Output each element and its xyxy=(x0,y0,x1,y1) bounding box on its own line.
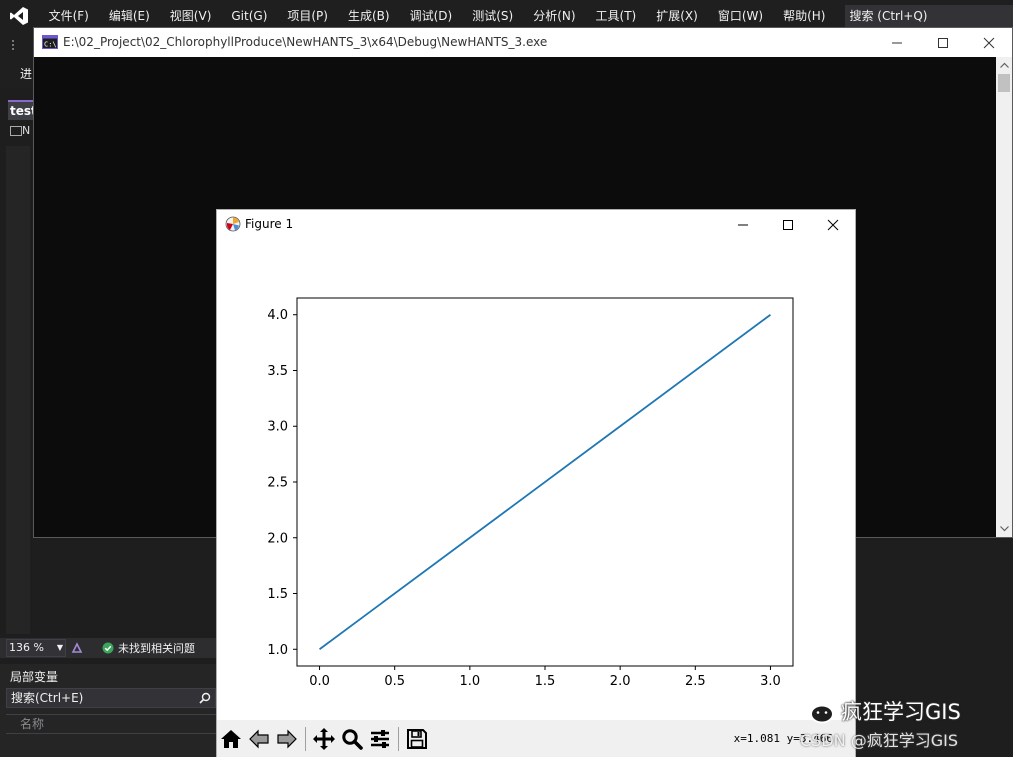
console-close-button[interactable] xyxy=(966,28,1012,57)
figure-window[interactable]: Figure 1 0.0 0.5 1.0 1.5 2.0 2.5 3.0 1.0 1.5 2.0 2… xyxy=(216,209,856,757)
locals-panel-title: 局部变量 xyxy=(10,670,59,684)
y-tick-label: 1.5 xyxy=(267,587,288,602)
y-tick-label: 3.5 xyxy=(267,364,288,379)
figure-maximize-button[interactable] xyxy=(765,210,811,239)
x-tick-label: 3.0 xyxy=(760,674,781,689)
x-tick-label: 2.5 xyxy=(685,674,706,689)
console-maximize-button[interactable] xyxy=(920,28,966,57)
scroll-up-button[interactable] xyxy=(996,57,1012,73)
y-tick-label: 1.0 xyxy=(267,643,288,658)
back-button[interactable] xyxy=(245,724,273,754)
forward-icon xyxy=(277,729,297,749)
document-nav-label: N xyxy=(22,124,31,137)
watermark-sub-text: CSDN @疯狂学习GIS xyxy=(800,731,958,750)
zoom-button[interactable] xyxy=(338,724,366,754)
zoom-icon xyxy=(342,729,363,750)
toolbar-separator xyxy=(305,727,306,751)
zoom-level-value: 136 % xyxy=(9,641,44,654)
watermark-main-text: 疯狂学习GIS xyxy=(841,700,961,724)
toolbar-separator xyxy=(398,727,399,751)
configure-subplots-icon xyxy=(371,730,389,748)
y-tick-label: 2.5 xyxy=(267,476,288,491)
locals-panel: 局部变量 搜索(Ctrl+E) 名称 xyxy=(0,664,216,757)
save-icon xyxy=(407,729,427,749)
console-titlebar[interactable]: C:\ E:\02_Project\02_ChlorophyllProduce\… xyxy=(34,28,1012,57)
chevron-down-icon: ▼ xyxy=(56,643,63,652)
class-view-icon xyxy=(10,126,22,136)
figure-toolbar: x=1.081 y=3.466 xyxy=(217,720,855,757)
home-button[interactable] xyxy=(217,724,245,754)
x-tick-label: 0.0 xyxy=(309,674,330,689)
issues-status-text[interactable]: 未找到相关问题 xyxy=(118,640,195,656)
minimize-icon xyxy=(892,42,902,43)
home-icon xyxy=(221,730,241,748)
console-minimize-button[interactable] xyxy=(874,28,920,57)
intellicode-icon[interactable] xyxy=(70,641,84,655)
pan-icon xyxy=(313,728,335,750)
maximize-icon xyxy=(938,37,948,48)
x-tick-label: 2.0 xyxy=(610,674,631,689)
close-icon xyxy=(827,219,839,230)
close-icon xyxy=(983,37,995,48)
console-scrollbar[interactable] xyxy=(996,57,1012,537)
document-nav-row[interactable]: N xyxy=(8,124,34,140)
search-icon[interactable] xyxy=(199,692,211,704)
chevron-down-icon xyxy=(999,526,1009,532)
forward-button[interactable] xyxy=(273,724,301,754)
svg-text:C:\: C:\ xyxy=(44,41,57,49)
save-button[interactable] xyxy=(403,724,431,754)
configure-subplots-button[interactable] xyxy=(366,724,394,754)
scroll-thumb[interactable] xyxy=(998,74,1010,92)
watermark: 疯狂学习GIS xyxy=(795,696,961,726)
console-app-icon: C:\ xyxy=(42,35,58,49)
y-tick-label: 4.0 xyxy=(267,308,288,323)
maximize-icon xyxy=(783,219,793,230)
zoom-level-dropdown[interactable]: 136 % ▼ xyxy=(6,639,66,657)
y-tick-label: 3.0 xyxy=(267,420,288,435)
figure-titlebar[interactable]: Figure 1 xyxy=(217,210,855,238)
figure-close-button[interactable] xyxy=(810,210,856,239)
x-tick-label: 0.5 xyxy=(384,674,405,689)
figure-window-title: Figure 1 xyxy=(245,217,294,231)
vs-search-box[interactable]: 搜索 (Ctrl+Q) xyxy=(845,5,1013,27)
document-tab[interactable]: test xyxy=(8,100,34,120)
editor-status-row: 136 % ▼ 未找到相关问题 xyxy=(0,638,216,658)
check-circle-icon xyxy=(102,642,114,654)
scroll-down-button[interactable] xyxy=(996,521,1012,537)
console-window-title: E:\02_Project\02_ChlorophyllProduce\NewH… xyxy=(63,35,548,49)
x-tick-label: 1.5 xyxy=(535,674,556,689)
figure-canvas[interactable]: 0.0 0.5 1.0 1.5 2.0 2.5 3.0 1.0 1.5 2.0 2.5 3.0 3.5 4… xyxy=(217,238,855,720)
x-tick-label: 1.0 xyxy=(460,674,481,689)
vs-toolbar-label: 进 xyxy=(0,60,34,88)
figure-minimize-button[interactable] xyxy=(720,210,766,239)
drag-handle-icon xyxy=(12,40,14,50)
line-chart: 0.0 0.5 1.0 1.5 2.0 2.5 3.0 1.0 1.5 2.0 2.5 3.0 3.5 4… xyxy=(267,297,794,689)
matplotlib-icon xyxy=(225,216,241,232)
minimize-icon xyxy=(738,224,748,225)
chevron-up-icon xyxy=(999,62,1009,68)
y-tick-label: 2.0 xyxy=(267,531,288,546)
locals-column-header-name[interactable]: 名称 xyxy=(6,714,216,734)
back-icon xyxy=(249,729,269,749)
wechat-logo-icon xyxy=(796,698,834,724)
vs-toolbar-strip xyxy=(0,32,34,60)
locals-search-input[interactable]: 搜索(Ctrl+E) xyxy=(6,688,216,708)
pan-button[interactable] xyxy=(310,724,338,754)
locals-search-placeholder: 搜索(Ctrl+E) xyxy=(11,691,84,705)
editor-left-gutter xyxy=(6,146,30,634)
